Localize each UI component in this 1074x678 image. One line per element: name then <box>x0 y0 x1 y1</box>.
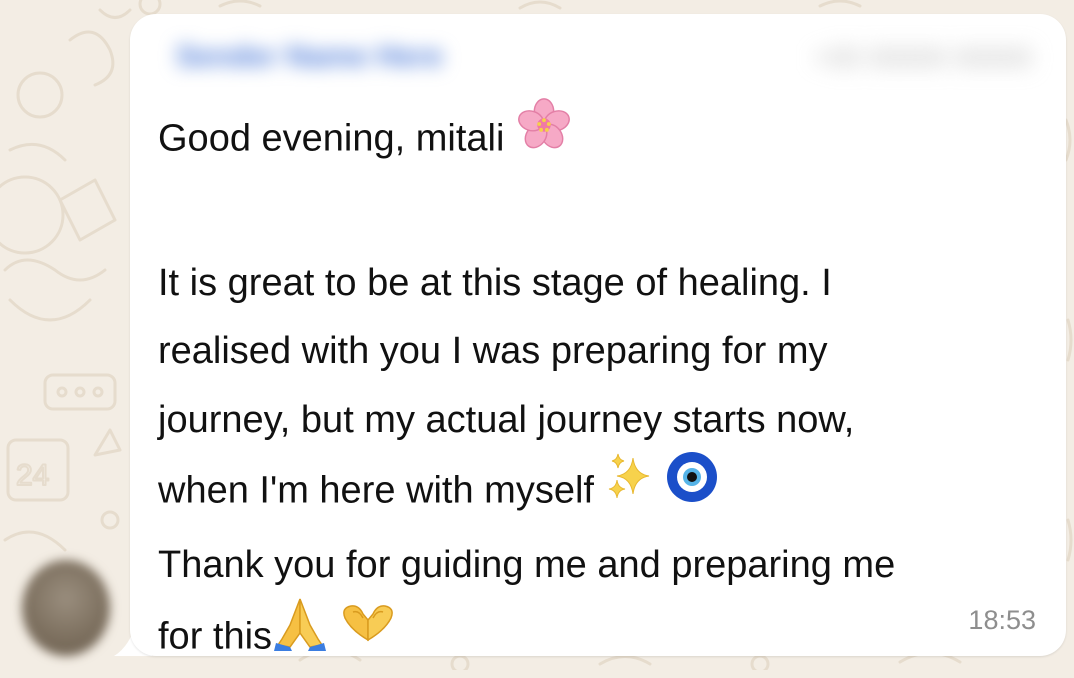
folded-hands-icon <box>272 595 328 674</box>
sender-avatar[interactable] <box>22 560 110 656</box>
sender-name[interactable]: Sender Name Here <box>176 40 443 74</box>
message-line-text: for this <box>158 615 273 658</box>
greeting-text: Good evening, mitali <box>158 117 505 160</box>
message-text: Good evening, mitali It is great to be a… <box>158 98 1038 678</box>
message-line-text: when I'm here with myself <box>158 469 594 512</box>
message-line: realised with you I was preparing for my <box>158 330 828 372</box>
message-line: journey, but my actual journey starts no… <box>158 398 855 441</box>
message-line: for this <box>158 598 1038 678</box>
message-line: Thank you for guiding me and preparing m… <box>158 543 896 586</box>
sparkles-icon <box>605 452 655 525</box>
message-line: when I'm here with myself <box>158 452 1038 531</box>
message-bubble[interactable]: Sender Name Here +00 00000 00000 Good ev… <box>130 14 1066 657</box>
sender-phone-number: +00 00000 00000 <box>813 42 1032 73</box>
heart-hands-icon <box>339 600 397 669</box>
nazar-amulet-icon <box>665 450 719 527</box>
message-line: Good evening, mitali <box>158 98 1038 181</box>
message-timestamp: 18:53 <box>968 605 1036 635</box>
svg-text:24: 24 <box>16 459 49 492</box>
message-line: It is great to be at this stage of heali… <box>158 261 832 304</box>
cherry-blossom-icon <box>515 96 573 177</box>
